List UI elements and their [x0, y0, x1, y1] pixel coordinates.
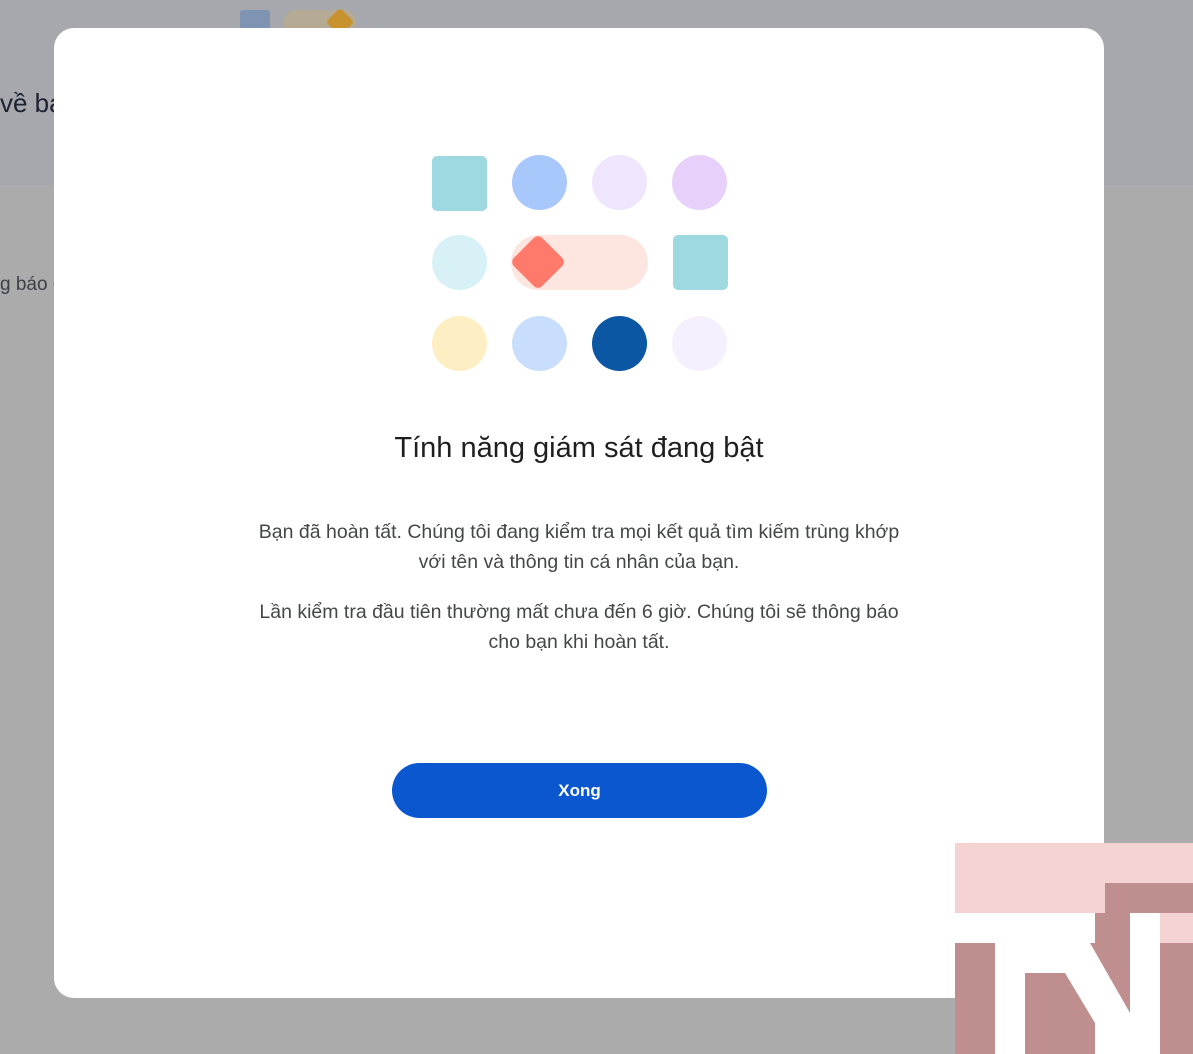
watermark-logo — [955, 843, 1193, 1054]
yellow-circle-shape — [432, 316, 487, 371]
dialog-title: Tính năng giám sát đang bật — [394, 432, 764, 464]
lavender-circle-shape — [592, 155, 647, 210]
dark-blue-circle-shape — [592, 316, 647, 371]
monitoring-dialog: Tính năng giám sát đang bật Bạn đã hoàn … — [54, 28, 1104, 998]
teal-square-shape — [432, 156, 487, 211]
dialog-paragraph-timing: Lần kiểm tra đầu tiên thường mất chưa đế… — [259, 601, 899, 653]
background-subtext: g báo c — [0, 274, 63, 295]
teal-square-shape — [673, 235, 728, 290]
done-button[interactable]: Xong — [392, 763, 767, 818]
blue-circle-shape — [512, 155, 567, 210]
illustration — [431, 155, 731, 375]
purple-circle-shape — [672, 155, 727, 210]
light-teal-circle-shape — [432, 235, 487, 290]
pale-lavender-circle-shape — [672, 316, 727, 371]
light-blue-circle-shape — [512, 316, 567, 371]
dialog-paragraph-complete: Bạn đã hoàn tất. Chúng tôi đang kiểm tra… — [258, 521, 900, 573]
